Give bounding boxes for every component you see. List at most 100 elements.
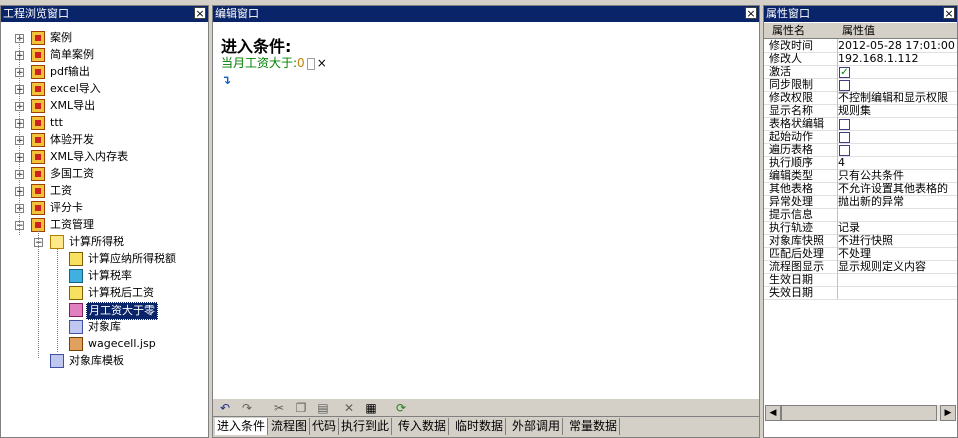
copy-icon[interactable]: ❐ xyxy=(293,401,309,415)
tree-node-label[interactable]: 月工资大于零 xyxy=(86,302,158,320)
close-icon[interactable]: × xyxy=(943,7,955,20)
delete-condition-icon[interactable]: × xyxy=(317,56,327,70)
tree-node-label[interactable]: 工资 xyxy=(48,183,74,199)
property-value[interactable] xyxy=(838,130,957,143)
property-row[interactable]: 对象库快照 不进行快照 xyxy=(764,234,957,248)
tree-node[interactable]: + pdf输出 xyxy=(1,64,208,80)
property-value[interactable] xyxy=(838,286,957,299)
property-row[interactable]: 提示信息 xyxy=(764,208,957,222)
property-value[interactable]: 记录 xyxy=(838,221,957,234)
tree-node-label[interactable]: 计算所得税 xyxy=(67,234,126,250)
delete-icon[interactable]: ✕ xyxy=(341,401,357,415)
tree-node-label[interactable]: 评分卡 xyxy=(48,200,85,216)
property-row[interactable]: 修改权限 不控制编辑和显示权限 xyxy=(764,91,957,105)
tree-node[interactable]: 计算税后工资 xyxy=(1,285,208,301)
property-row[interactable]: 遍历表格 xyxy=(764,143,957,157)
tree-node[interactable]: wagecell.jsp xyxy=(1,336,208,352)
tab-7[interactable]: 常量数据 xyxy=(567,418,621,435)
close-icon[interactable]: × xyxy=(194,7,206,20)
property-value[interactable]: 不控制编辑和显示权限 xyxy=(838,91,957,104)
tab-0[interactable]: 进入条件 xyxy=(215,418,269,435)
tree-node[interactable]: + 工资 xyxy=(1,183,208,199)
tree-node[interactable]: 对象库 xyxy=(1,319,208,335)
property-row[interactable]: 匹配后处理 不处理 xyxy=(764,247,957,261)
property-row[interactable]: 修改时间 2012-05-28 17:01:00 xyxy=(764,39,957,53)
scroll-thumb[interactable] xyxy=(781,405,937,421)
close-icon[interactable]: × xyxy=(745,7,757,20)
property-value[interactable]: ✓ xyxy=(838,65,957,78)
tree-node-label[interactable]: wagecell.jsp xyxy=(86,336,158,352)
cut-icon[interactable]: ✂ xyxy=(271,401,287,415)
tree-node[interactable]: 计算税率 xyxy=(1,268,208,284)
scroll-left-icon[interactable]: ◀ xyxy=(765,405,781,421)
property-value[interactable]: 2012-05-28 17:01:00 xyxy=(838,39,957,52)
tree-node-label[interactable]: XML导入内存表 xyxy=(48,149,130,165)
tree-node[interactable]: + ttt xyxy=(1,115,208,131)
tree-node[interactable]: + XML导出 xyxy=(1,98,208,114)
property-checkbox[interactable]: ✓ xyxy=(839,66,850,78)
tree-node[interactable]: 月工资大于零 xyxy=(1,302,208,320)
tree-node[interactable]: 计算应纳所得税额 xyxy=(1,251,208,267)
property-row[interactable]: 其他表格 不允许设置其他表格的 xyxy=(764,182,957,196)
insert-arrow-icon[interactable]: ↴ xyxy=(221,73,231,87)
property-value[interactable] xyxy=(838,117,957,130)
property-row[interactable]: 执行顺序 4 xyxy=(764,156,957,170)
tree-node[interactable]: + 案例 xyxy=(1,30,208,46)
tree-node-label[interactable]: 简单案例 xyxy=(48,47,96,63)
tree-node-label[interactable]: XML导出 xyxy=(48,98,97,114)
property-row[interactable]: 起始动作 xyxy=(764,130,957,144)
property-row[interactable]: 失效日期 xyxy=(764,286,957,300)
tree-node-label[interactable]: 计算应纳所得税额 xyxy=(86,251,178,267)
property-row[interactable]: 生效日期 xyxy=(764,273,957,287)
refresh-icon[interactable]: ⟳ xyxy=(393,401,409,415)
tree-node-label[interactable]: 案例 xyxy=(48,30,74,46)
scroll-right-icon[interactable]: ▶ xyxy=(940,405,956,421)
tree-node[interactable]: + 体验开发 xyxy=(1,132,208,148)
property-value[interactable] xyxy=(838,273,957,286)
property-checkbox[interactable] xyxy=(839,118,850,130)
property-value[interactable]: 规则集 xyxy=(838,104,957,117)
tree-node[interactable]: − 工资管理 xyxy=(1,217,208,233)
editor-body[interactable]: 进入条件: 当月工资大于:0 × ↴ xyxy=(213,23,759,399)
tab-4[interactable]: 传入数据 xyxy=(396,418,450,435)
tree-node[interactable]: + 多国工资 xyxy=(1,166,208,182)
property-value[interactable]: 不进行快照 xyxy=(838,234,957,247)
tab-2[interactable]: 代码 xyxy=(310,418,340,435)
tree-node-label[interactable]: 计算税后工资 xyxy=(86,285,156,301)
property-row[interactable]: 表格状编辑 xyxy=(764,117,957,131)
tree-node-label[interactable]: 计算税率 xyxy=(86,268,134,284)
condition-value[interactable]: 0 xyxy=(297,56,305,70)
tree-node-label[interactable]: 对象库 xyxy=(86,319,123,335)
property-value[interactable]: 4 xyxy=(838,156,957,169)
tree-node[interactable]: + 评分卡 xyxy=(1,200,208,216)
properties-icon[interactable]: ▦ xyxy=(363,401,379,415)
property-row[interactable]: 异常处理 抛出新的异常 xyxy=(764,195,957,209)
tree-node-label[interactable]: 工资管理 xyxy=(48,217,96,233)
tree-node[interactable]: − 计算所得税 xyxy=(1,234,208,250)
property-row[interactable]: 激活 ✓ xyxy=(764,65,957,79)
property-value[interactable]: 192.168.1.112 xyxy=(838,52,957,65)
property-value[interactable]: 不允许设置其他表格的 xyxy=(838,182,957,195)
tab-6[interactable]: 外部调用 xyxy=(510,418,564,435)
tree-node-label[interactable]: pdf输出 xyxy=(48,64,92,80)
property-value[interactable]: 显示规则定义内容 xyxy=(838,260,957,273)
horizontal-scrollbar[interactable]: ◀ ▶ xyxy=(765,405,956,421)
property-row[interactable]: 同步限制 xyxy=(764,78,957,92)
property-value[interactable] xyxy=(838,78,957,91)
property-checkbox[interactable] xyxy=(839,79,850,91)
property-row[interactable]: 编辑类型 只有公共条件 xyxy=(764,169,957,183)
condition-label[interactable]: 当月工资大于: xyxy=(221,56,297,70)
tree-node-label[interactable]: excel导入 xyxy=(48,81,103,97)
tree-node-label[interactable]: 体验开发 xyxy=(48,132,96,148)
redo-icon[interactable]: ↷ xyxy=(239,401,255,415)
tree-node[interactable]: + excel导入 xyxy=(1,81,208,97)
property-value[interactable]: 只有公共条件 xyxy=(838,169,957,182)
tab-5[interactable]: 临时数据 xyxy=(453,418,507,435)
property-value[interactable]: 不处理 xyxy=(838,247,957,260)
tab-1[interactable]: 流程图 xyxy=(269,418,311,435)
property-row[interactable]: 流程图显示 显示规则定义内容 xyxy=(764,260,957,274)
tree-node-label[interactable]: ttt xyxy=(48,115,65,131)
paste-icon[interactable]: ▤ xyxy=(315,401,331,415)
property-value[interactable] xyxy=(838,143,957,156)
property-row[interactable]: 显示名称 规则集 xyxy=(764,104,957,118)
